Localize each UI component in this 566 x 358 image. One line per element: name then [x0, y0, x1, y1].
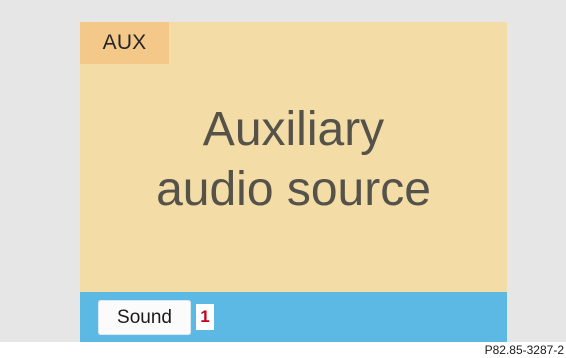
source-title-line-2: audio source — [156, 163, 431, 216]
aux-mode-tab[interactable]: AUX — [80, 22, 169, 64]
reference-code: P82.85-3287-2 — [484, 342, 564, 358]
callout-number: 1 — [196, 304, 214, 330]
source-title: Auxiliary audio source — [80, 100, 507, 220]
bottom-function-bar: Sound 1 — [80, 292, 507, 342]
illustration-frame: AUX Auxiliary audio source Sound 1 — [0, 0, 566, 342]
sound-button[interactable]: Sound — [98, 300, 191, 335]
aux-display-screen: AUX Auxiliary audio source Sound 1 — [80, 22, 507, 342]
source-title-line-1: Auxiliary — [202, 103, 385, 156]
